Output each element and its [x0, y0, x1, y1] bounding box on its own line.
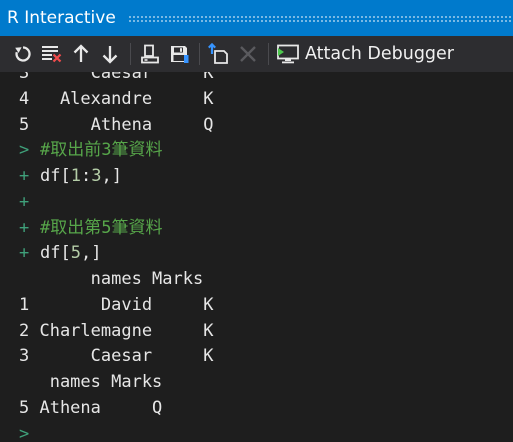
output-line: 2 Charlemagne K	[0, 319, 513, 345]
continuation-symbol: +	[19, 217, 30, 238]
attach-debugger-label: Attach Debugger	[305, 44, 455, 64]
save-workspace-icon	[171, 46, 189, 63]
set-working-directory-button[interactable]	[206, 40, 232, 68]
output-text: 3 Caesar K	[19, 346, 214, 367]
comment-text: #取出第5筆資料	[40, 217, 163, 238]
input-line: +	[0, 190, 513, 216]
history-down-button[interactable]	[97, 40, 123, 68]
monitor-play-icon	[277, 44, 299, 64]
load-workspace-icon	[141, 44, 159, 64]
reset-icon	[15, 46, 31, 62]
toolbar-separator	[130, 43, 131, 65]
console-lines: 3 Caesar K 4 Alexandre K 5 Athena Q > #取…	[0, 72, 513, 442]
output-text: names Marks	[19, 269, 204, 289]
toolbar-separator	[268, 43, 269, 65]
input-line: + df[5,]	[0, 241, 513, 267]
output-line: 5 Athena Q	[0, 396, 513, 422]
clear-icon	[42, 46, 62, 63]
title-bar-grip[interactable]	[127, 14, 511, 22]
toolbar-separator	[199, 43, 200, 65]
input-line: > #取出前3筆資料	[0, 138, 513, 164]
output-line: 3 Caesar K	[0, 72, 513, 87]
output-text: 5 Athena Q	[19, 114, 214, 135]
output-line: names Marks	[0, 267, 513, 293]
title-bar[interactable]: R Interactive	[0, 0, 513, 36]
history-up-button[interactable]	[68, 40, 94, 68]
input-line: + df[1:3,]	[0, 164, 513, 190]
r-interactive-window: R Interactive Attach Debugger 3 Caesar K…	[0, 0, 513, 442]
output-line: 1 David K	[0, 293, 513, 319]
output-text: 3 Caesar K	[19, 72, 214, 83]
output-line: 4 Alexandre K	[0, 87, 513, 113]
attach-debugger-button[interactable]: Attach Debugger	[275, 40, 454, 68]
output-text: 1 David K	[19, 294, 214, 315]
comment-text: #取出前3筆資料	[40, 140, 163, 161]
command-text: df[1:3,]	[40, 166, 122, 186]
load-workspace-button[interactable]	[137, 40, 163, 68]
close-x-icon	[240, 46, 256, 62]
output-line: 5 Athena Q	[0, 113, 513, 139]
output-line: names Marks	[0, 370, 513, 396]
output-line: 3 Caesar K	[0, 344, 513, 370]
output-text: names Marks	[19, 372, 163, 392]
prompt-symbol: >	[19, 140, 30, 161]
output-text: 5 Athena Q	[19, 397, 163, 418]
save-workspace-button[interactable]	[166, 40, 192, 68]
console-output[interactable]: 3 Caesar K 4 Alexandre K 5 Athena Q > #取…	[0, 72, 513, 442]
continuation-symbol: +	[19, 191, 30, 212]
interrupt-button[interactable]	[235, 40, 261, 68]
command-text: df[5,]	[40, 243, 102, 264]
toolbar: Attach Debugger	[0, 36, 513, 72]
arrow-up-icon	[73, 44, 89, 62]
continuation-symbol: +	[19, 243, 30, 264]
input-line: + #取出第5筆資料	[0, 216, 513, 242]
output-text: 4 Alexandre K	[19, 88, 214, 109]
window-title: R Interactive	[7, 8, 116, 28]
active-prompt-line[interactable]: >	[0, 422, 513, 442]
folder-up-icon	[208, 43, 228, 64]
prompt-symbol: >	[19, 423, 30, 442]
reset-button[interactable]	[10, 40, 36, 68]
output-text: 2 Charlemagne K	[19, 320, 214, 341]
clear-button[interactable]	[39, 40, 65, 68]
arrow-down-icon	[102, 46, 118, 64]
continuation-symbol: +	[19, 166, 30, 186]
